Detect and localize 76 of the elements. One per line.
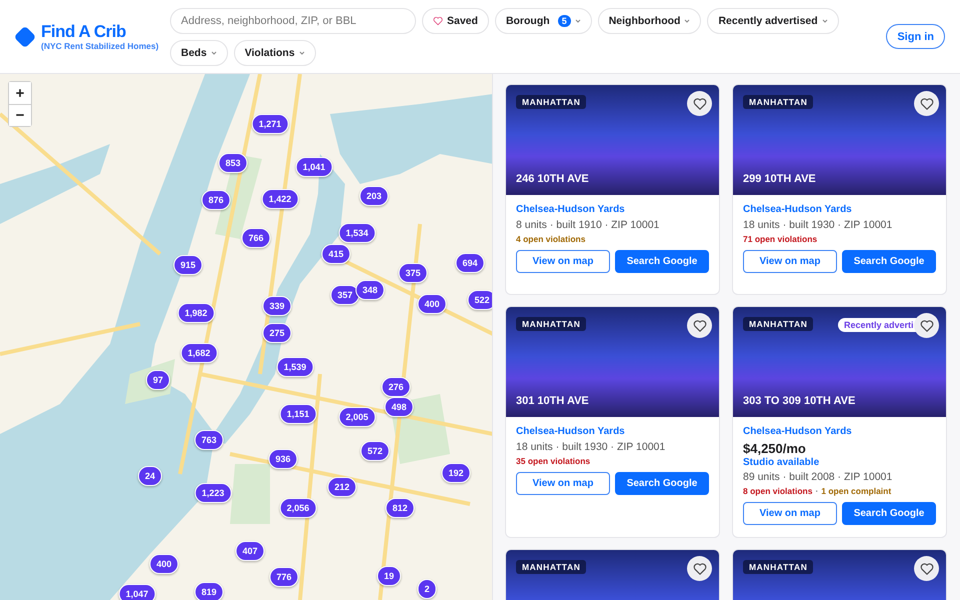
heart-icon bbox=[692, 96, 706, 110]
cluster-marker[interactable]: 1,422 bbox=[262, 189, 298, 209]
heart-icon bbox=[433, 16, 443, 26]
caret-icon bbox=[298, 51, 305, 55]
neighborhood-link[interactable]: Chelsea-Hudson Yards bbox=[743, 203, 936, 217]
cluster-marker[interactable]: 2,005 bbox=[338, 407, 376, 427]
address: 303 TO 309 10TH AVE bbox=[743, 395, 856, 407]
price: $4,250/mo bbox=[743, 441, 807, 456]
building-details: 18 units · built 1930 · ZIP 10001 bbox=[516, 440, 666, 455]
search-google-button[interactable]: Search Google bbox=[615, 250, 709, 273]
violations-count: 8 open violations bbox=[743, 485, 812, 497]
search-google-button[interactable]: Search Google bbox=[842, 250, 936, 273]
cluster-marker[interactable]: 2,056 bbox=[280, 498, 316, 518]
cluster-marker[interactable]: 1,151 bbox=[280, 404, 316, 424]
cluster-marker[interactable]: 1,223 bbox=[194, 483, 232, 503]
caret-icon bbox=[210, 51, 217, 55]
heart-icon bbox=[920, 96, 934, 110]
address: 246 10TH AVE bbox=[516, 173, 589, 185]
caret-icon bbox=[684, 19, 690, 23]
borough-badge: MANHATTAN bbox=[516, 317, 586, 331]
heart-icon bbox=[920, 318, 934, 332]
count-badge: 5 bbox=[558, 15, 571, 27]
cluster-marker[interactable]: 1,539 bbox=[276, 357, 314, 377]
filter-dropdown[interactable]: Beds bbox=[170, 40, 228, 66]
filter-dropdown[interactable]: Recently advertised bbox=[707, 8, 839, 34]
violations-count: 4 open violations bbox=[516, 233, 586, 245]
cluster-marker[interactable]: 1,982 bbox=[178, 303, 214, 323]
neighborhood-link[interactable]: Chelsea-Hudson Yards bbox=[516, 203, 709, 217]
neighborhood-link[interactable]: Chelsea-Hudson Yards bbox=[743, 425, 936, 439]
app-subtitle: (NYC Rent Stabilized Homes) bbox=[41, 41, 159, 51]
favorite-button[interactable] bbox=[687, 556, 712, 581]
app-title[interactable]: Find A Crib bbox=[41, 23, 159, 41]
caret-icon bbox=[822, 19, 828, 23]
search-field[interactable]: Address, neighborhood, ZIP, or BBL bbox=[170, 8, 416, 34]
heart-icon bbox=[692, 562, 706, 576]
favorite-button[interactable] bbox=[687, 313, 712, 338]
view-on-map-button[interactable]: View on map bbox=[516, 472, 610, 495]
favorite-button[interactable] bbox=[914, 91, 939, 116]
violations-count: 35 open violations bbox=[516, 455, 590, 467]
cluster-marker[interactable]: 1,534 bbox=[338, 223, 376, 243]
favorite-button[interactable] bbox=[914, 556, 939, 581]
availability: Studio available bbox=[743, 456, 820, 469]
neighborhood-link[interactable]: Chelsea-Hudson Yards bbox=[516, 425, 709, 439]
building-details: 89 units · built 2008 · ZIP 10001 bbox=[743, 470, 894, 485]
view-on-map-button[interactable]: View on map bbox=[743, 250, 837, 273]
address: 301 10TH AVE bbox=[516, 395, 589, 407]
filter-dropdown[interactable]: Borough 5 bbox=[494, 8, 592, 34]
sign-in-button[interactable]: Sign in bbox=[886, 24, 945, 49]
heart-icon bbox=[920, 562, 934, 576]
filter-dropdown[interactable]: Violations bbox=[234, 40, 316, 66]
filter-dropdown[interactable]: Neighborhood bbox=[598, 8, 702, 34]
search-google-button[interactable]: Search Google bbox=[615, 472, 709, 495]
borough-badge: MANHATTAN bbox=[516, 560, 586, 574]
borough-badge: MANHATTAN bbox=[516, 95, 586, 109]
borough-badge: MANHATTAN bbox=[743, 560, 814, 574]
building-details: 18 units · built 1930 · ZIP 10001 bbox=[743, 218, 894, 233]
favorite-button[interactable] bbox=[687, 91, 712, 116]
address: 299 10TH AVE bbox=[743, 173, 816, 185]
cluster-marker[interactable]: 1,047 bbox=[118, 584, 156, 600]
view-on-map-button[interactable]: View on map bbox=[516, 250, 610, 273]
building-details: 8 units · built 1910 · ZIP 10001 bbox=[516, 218, 660, 233]
violations-count: 1 open complaint bbox=[821, 485, 892, 497]
cluster-marker[interactable]: 1,041 bbox=[296, 157, 332, 177]
borough-badge: MANHATTAN bbox=[743, 317, 814, 331]
violations-count: 71 open violations bbox=[743, 233, 818, 245]
heart-icon bbox=[692, 318, 706, 332]
separator: · bbox=[815, 485, 818, 497]
cluster-marker[interactable]: 1,682 bbox=[180, 343, 218, 363]
saved-button[interactable]: Saved bbox=[422, 8, 489, 34]
caret-icon bbox=[574, 19, 581, 23]
zoom-out-button[interactable]: − bbox=[9, 104, 31, 126]
search-google-button[interactable]: Search Google bbox=[842, 502, 936, 525]
view-on-map-button[interactable]: View on map bbox=[743, 502, 837, 525]
cluster-marker[interactable]: 1,271 bbox=[252, 114, 288, 134]
borough-badge: MANHATTAN bbox=[743, 95, 814, 109]
favorite-button[interactable] bbox=[914, 313, 939, 338]
